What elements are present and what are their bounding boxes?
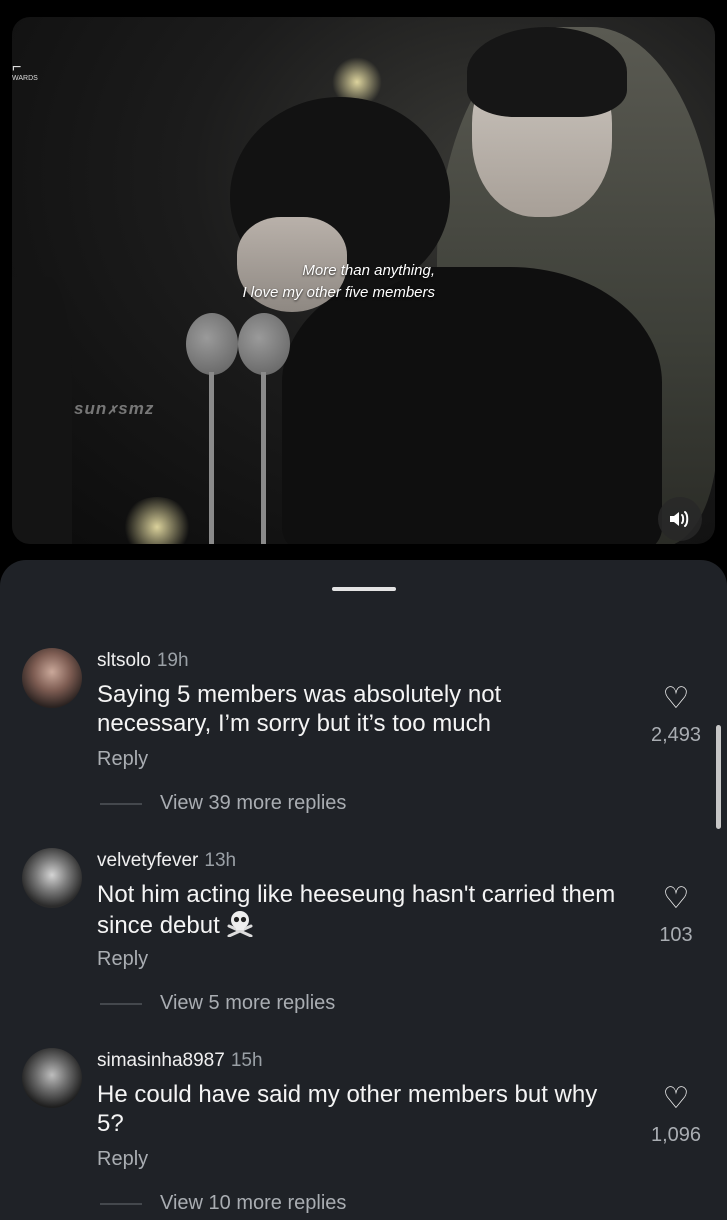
- caption-line-1: More than anything,: [302, 262, 435, 279]
- like-control[interactable]: ♡ 103: [646, 884, 706, 947]
- comment-text: Saying 5 members was absolutely not nece…: [97, 681, 502, 737]
- video-caption: More than anything, I love my other five…: [172, 260, 435, 304]
- divider: [100, 802, 142, 805]
- divider: [100, 1202, 142, 1205]
- like-count: 2,493: [650, 724, 702, 746]
- reply-button[interactable]: Reply: [97, 948, 148, 971]
- avatar[interactable]: [22, 1048, 82, 1108]
- microphone: [238, 313, 290, 375]
- comment-text: He could have said my other members but …: [97, 1081, 598, 1137]
- username[interactable]: velvetyfever: [97, 850, 198, 871]
- reply-button[interactable]: Reply: [97, 1148, 148, 1171]
- comment-header: sltsolo 19h: [97, 650, 189, 672]
- username[interactable]: simasinha8987: [97, 1050, 225, 1071]
- heart-icon[interactable]: ♡: [646, 684, 706, 714]
- avatar[interactable]: [22, 848, 82, 908]
- heart-icon[interactable]: ♡: [646, 884, 706, 914]
- divider: [100, 1002, 142, 1005]
- caption-line-2: I love my other five members: [242, 284, 435, 301]
- left-person: [12, 277, 72, 544]
- microphone-stand: [209, 372, 214, 544]
- view-more-replies[interactable]: View 5 more replies: [100, 992, 335, 1015]
- skull-and-crossbones-icon: [227, 911, 253, 937]
- like-control[interactable]: ♡ 1,096: [646, 1084, 706, 1147]
- comments-sheet: sltsolo 19h Saying 5 members was absolute…: [0, 560, 727, 1220]
- timestamp: 15h: [230, 1050, 263, 1071]
- background-person-hair: [467, 27, 627, 117]
- speaker-icon: [670, 511, 689, 527]
- obscured-row: [40, 600, 600, 610]
- heart-icon[interactable]: ♡: [646, 1084, 706, 1114]
- scrollbar[interactable]: [716, 725, 721, 829]
- avatar[interactable]: [22, 648, 82, 708]
- stage-light: [122, 497, 192, 544]
- reply-button[interactable]: Reply: [97, 748, 148, 771]
- foreground-person-body: [282, 267, 662, 544]
- comment-text: Not him acting like heeseung hasn't carr…: [97, 881, 616, 939]
- timestamp: 19h: [156, 650, 189, 671]
- microphone-stand: [261, 372, 266, 544]
- username[interactable]: sltsolo: [97, 650, 151, 671]
- comment-header: velvetyfever 13h: [97, 850, 236, 872]
- video-player[interactable]: ⌐ WARDS More than anything, I love my ot…: [12, 17, 715, 544]
- corner-logo: ⌐ WARDS: [12, 59, 38, 83]
- video-watermark: sun✗smz: [74, 399, 155, 418]
- sheet-drag-handle[interactable]: [332, 587, 396, 591]
- view-more-replies[interactable]: View 10 more replies: [100, 1192, 346, 1215]
- sound-toggle-button[interactable]: [658, 497, 702, 541]
- timestamp: 13h: [204, 850, 237, 871]
- view-more-replies[interactable]: View 39 more replies: [100, 792, 346, 815]
- like-count: 103: [659, 924, 693, 946]
- comment-header: simasinha8987 15h: [97, 1050, 263, 1072]
- like-control[interactable]: ♡ 2,493: [646, 684, 706, 747]
- microphone: [186, 313, 238, 375]
- like-count: 1,096: [650, 1124, 702, 1146]
